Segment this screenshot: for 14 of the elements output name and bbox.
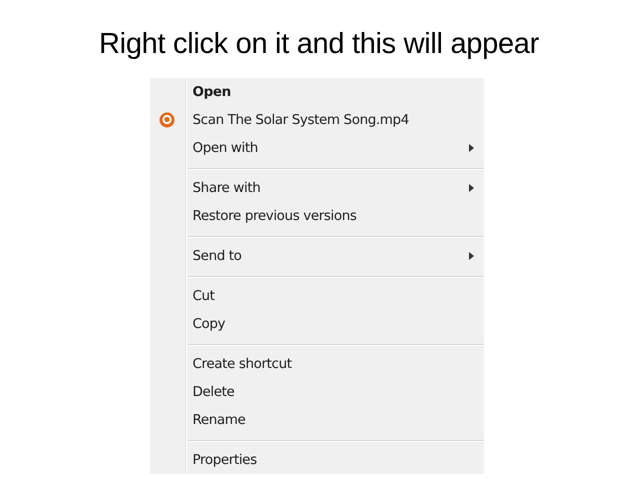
menu-item[interactable]: Restore previous versions <box>192 208 357 224</box>
menu-item[interactable]: Open <box>192 84 231 100</box>
menu-item[interactable]: Rename <box>192 412 246 428</box>
menu-item[interactable]: Copy <box>192 316 226 332</box>
app-icon <box>158 112 174 128</box>
menu-item[interactable]: Open with <box>192 140 258 156</box>
menu-item[interactable]: Share with <box>192 180 260 196</box>
menu-item[interactable]: Scan The Solar System Song.mp4 <box>192 112 409 128</box>
menu-item[interactable]: Create shortcut <box>192 356 292 372</box>
menu-item[interactable]: Properties <box>192 452 257 468</box>
slide-title: Right click on it and this will appear <box>99 27 539 62</box>
menu-item[interactable]: Delete <box>192 384 234 400</box>
menu-item[interactable]: Send to <box>192 248 242 264</box>
menu-item[interactable]: Cut <box>192 288 215 304</box>
